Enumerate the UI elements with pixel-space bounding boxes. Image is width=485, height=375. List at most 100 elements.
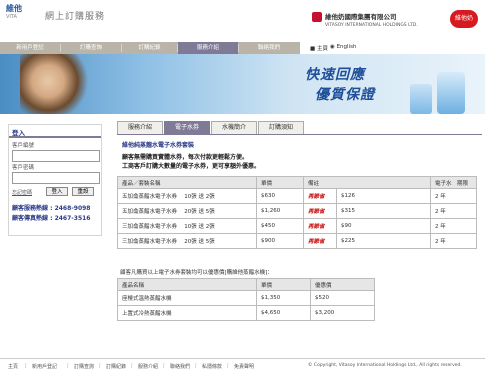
saving-badge: 再節省 (303, 188, 337, 204)
price-cell: $4,650 (256, 305, 311, 321)
footer-link-order-inquiry[interactable]: 訂購查詢 (74, 363, 94, 370)
offer-price-cell: $3,200 (310, 305, 375, 321)
footer-separator: | (67, 363, 69, 369)
footer-separator: | (25, 363, 27, 369)
nav-item-order-history[interactable]: 訂購紀錄 (122, 42, 177, 54)
footer-separator: | (227, 363, 229, 369)
content-area: 維他純蒸餾水電子水券套裝 顧客無需購買實體水券，每次付款更輕鬆方便。 工商客戶訂… (117, 136, 482, 351)
intro-paragraph-2: 工商客戶訂購大數量的電子水券，更可享額外優惠。 (122, 163, 261, 170)
column-header: 備註 (302, 176, 432, 189)
validity-cell: 2 年 (430, 233, 477, 249)
saving-badge: 再節省 (303, 203, 337, 219)
main-nav: 新用戶登記 訂購查詢 訂購紀錄 服務介紹 聯絡我們 ■ 主頁 ◉ English (0, 42, 485, 54)
logo-subtext: VITA (6, 14, 17, 20)
corp-name-en: VITASOY INTERNATIONAL HOLDINGS LTD. (325, 23, 418, 28)
content-title: 維他純蒸餾水電子水券套裝 (122, 142, 195, 149)
english-link[interactable]: ◉ English (330, 44, 356, 50)
reset-button[interactable]: 重設 (72, 187, 94, 196)
corp-name-zh: 維他奶國際集團有限公司 (325, 13, 397, 21)
footer-link-contact[interactable]: 聯絡我們 (170, 363, 190, 370)
corp-name: 維他奶國際集團有限公司 VITASOY INTERNATIONAL HOLDIN… (325, 11, 445, 31)
product-cell: 三加侖蒸餾水電子水券 10張 送 2張 (117, 218, 257, 234)
customer-service-hotline: 顧客服務熱線 : 2468-9098 (12, 205, 91, 212)
saving-badge: 再節省 (303, 233, 337, 249)
price-cell: $630 (256, 188, 304, 204)
column-header: 單價 (256, 278, 311, 291)
nav-utility: ■ 主頁 ◉ English (300, 42, 485, 54)
price-cell: $1,260 (256, 203, 304, 219)
table-row: 五加侖蒸餾水電子水券 20張 送 5張 $1,260 再節省 $315 2 年 (117, 203, 477, 219)
column-header: 產品名稱 (117, 278, 257, 291)
nav-item-register[interactable]: 新用戶登記 (0, 42, 60, 54)
brand-tagline: 網上訂購服務 (45, 12, 106, 22)
header: 維他 VITA 網上訂購服務 維他奶國際集團有限公司 VITASOY INTER… (0, 0, 485, 42)
site-logo[interactable]: 維他 VITA (6, 3, 40, 23)
offer-price-cell: $520 (310, 290, 375, 306)
tab-e-water-coupon[interactable]: 電子水券 (164, 121, 210, 135)
tab-services[interactable]: 服務介紹 (117, 121, 163, 135)
footer-divider (0, 358, 485, 359)
copyright-text: © Copyright, Vitasoy International Holdi… (308, 363, 462, 368)
english-label: English (336, 44, 357, 50)
home-icon: ■ (310, 46, 316, 52)
dispenser-table: 產品名稱 單價 優惠價 座檯式溫熱蒸餾水機 $1,350 $520 上置式冷熱蒸… (117, 278, 375, 321)
login-title-bar (9, 136, 101, 138)
hero-banner: 快速回應 優質保證 (0, 54, 485, 114)
tab-underline (117, 134, 482, 135)
footer-separator: | (163, 363, 165, 369)
vitasoy-logo: 維他奶 (450, 10, 478, 28)
saving-cell: $225 (335, 233, 432, 249)
table-row: 五加侖蒸餾水電子水券 10張 送 2張 $630 再節省 $126 2 年 (117, 188, 477, 204)
customer-fax-hotline: 顧客傳真熱線 : 2467-3516 (12, 215, 91, 222)
account-label: 客戶編號 (12, 143, 35, 149)
price-cell: $1,350 (256, 290, 311, 306)
product-cell: 座檯式溫熱蒸餾水機 (117, 290, 257, 306)
logo-text: 維他 (6, 4, 22, 13)
footer-link-register[interactable]: 新用戶登記 (32, 363, 57, 370)
password-input[interactable] (12, 172, 100, 184)
footer-link-disclaimer[interactable]: 免責聲明 (234, 363, 254, 370)
tab-order-notes[interactable]: 訂購須知 (258, 121, 304, 135)
product-cell: 三加侖蒸餾水電子水券 20張 送 5張 (117, 233, 257, 249)
dispenser-offer-note: 顧客凡購買以上電子水券套裝均可以優惠價[購維他蒸餾水機]： (120, 270, 273, 276)
login-panel: 登入 客戶編號 客戶密碼 忘記密碼 登入 重設 顧客服務熱線 : 2468-90… (8, 124, 102, 236)
column-header: 單價 (256, 176, 304, 189)
home-link[interactable]: ■ 主頁 (310, 44, 328, 52)
footer-link-services[interactable]: 服務介紹 (138, 363, 158, 370)
price-cell: $900 (256, 233, 304, 249)
footer: 主頁 | 新用戶登記 | 訂購查詢 | 訂購紀錄 | 服務介紹 | 聯絡我們 |… (0, 361, 485, 371)
password-label: 客戶密碼 (12, 165, 35, 171)
column-header: 優惠價 (310, 278, 375, 291)
login-button[interactable]: 登入 (46, 187, 68, 196)
footer-link-home[interactable]: 主頁 (8, 363, 18, 370)
water-bottle-image (437, 72, 465, 114)
content-tabs: 服務介紹 電子水券 水機簡介 訂購須知 (117, 121, 482, 135)
nav-item-order-inquiry[interactable]: 訂購查詢 (61, 42, 121, 54)
account-input[interactable] (12, 150, 100, 162)
product-cell: 五加侖蒸餾水電子水券 20張 送 5張 (117, 203, 257, 219)
table-row: 座檯式溫熱蒸餾水機 $1,350 $520 (117, 290, 375, 306)
banner-slogan-line1: 快速回應 (305, 67, 365, 83)
footer-link-order-history[interactable]: 訂購紀錄 (106, 363, 126, 370)
home-label: 主頁 (316, 46, 328, 52)
tab-dispenser-intro[interactable]: 水機簡介 (211, 121, 257, 135)
saving-badge: 再節省 (303, 218, 337, 234)
nav-item-services[interactable]: 服務介紹 (178, 42, 238, 54)
validity-cell: 2 年 (430, 203, 477, 219)
footer-link-privacy[interactable]: 私隱條款 (202, 363, 222, 370)
footer-separator: | (99, 363, 101, 369)
footer-separator: | (195, 363, 197, 369)
price-cell: $450 (256, 218, 304, 234)
table-row: 上置式冷熱蒸餾水機 $4,650 $3,200 (117, 305, 375, 321)
forgot-password-link[interactable]: 忘記密碼 (12, 189, 32, 196)
validity-cell: 2 年 (430, 188, 477, 204)
saving-cell: $315 (335, 203, 432, 219)
table-header-row: 產品／套裝名稱 單價 備註 電子水 期限 (117, 176, 477, 189)
water-bottle-image (410, 84, 432, 114)
intro-paragraph-1: 顧客無需購買實體水券，每次付款更輕鬆方便。 (122, 154, 249, 161)
footer-separator: | (131, 363, 133, 369)
nav-item-contact[interactable]: 聯絡我們 (239, 42, 299, 54)
product-cell: 上置式冷熱蒸餾水機 (117, 305, 257, 321)
column-header: 電子水 期限 (430, 176, 477, 189)
saving-cell: $126 (335, 188, 432, 204)
